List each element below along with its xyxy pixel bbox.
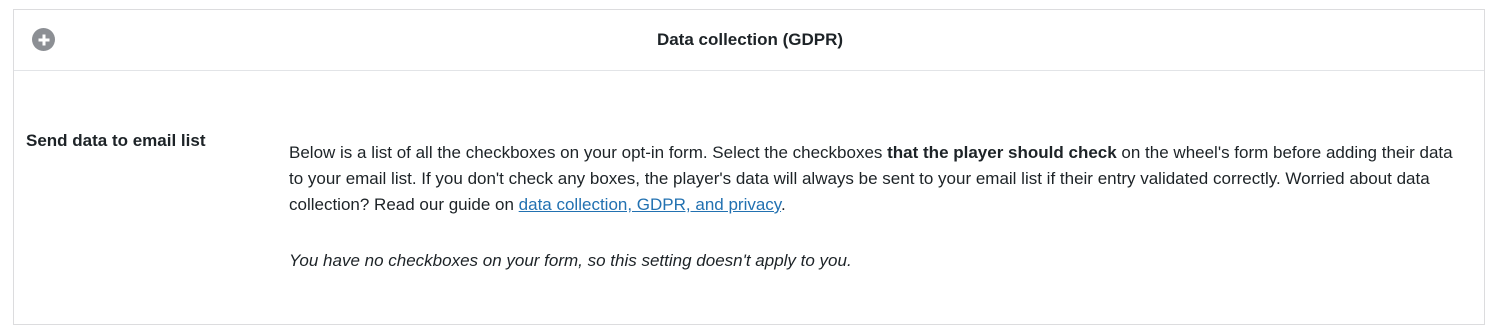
no-checkboxes-note: You have no checkboxes on your form, so … bbox=[289, 251, 852, 270]
gdpr-settings-panel: Data collection (GDPR) Send data to emai… bbox=[13, 9, 1485, 325]
setting-description: Below is a list of all the checkboxes on… bbox=[289, 140, 1469, 218]
setting-content: Below is a list of all the checkboxes on… bbox=[289, 140, 1469, 274]
panel-header[interactable]: Data collection (GDPR) bbox=[14, 10, 1484, 71]
panel-title: Data collection (GDPR) bbox=[656, 30, 844, 49]
plus-circle-icon[interactable] bbox=[32, 28, 55, 51]
setting-label: Send data to email list bbox=[26, 131, 206, 150]
description-text-start: Below is a list of all the checkboxes on… bbox=[289, 143, 888, 162]
gdpr-guide-link[interactable]: data collection, GDPR, and privacy bbox=[519, 195, 781, 214]
description-text-end: . bbox=[781, 195, 786, 214]
description-emphasis: that the player should check bbox=[887, 143, 1117, 162]
